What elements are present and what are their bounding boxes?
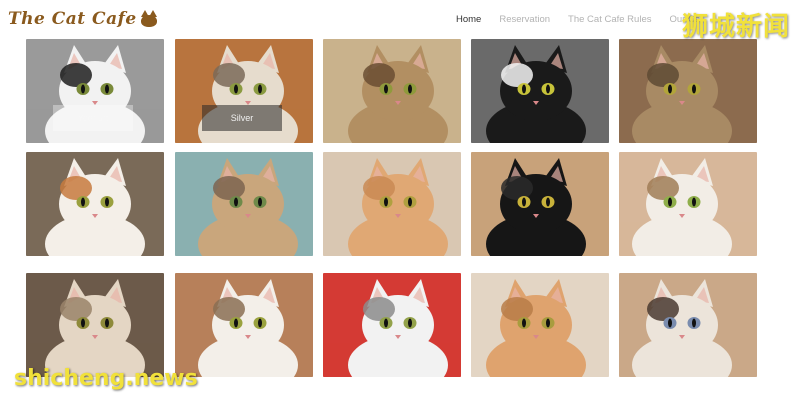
logo-text: The Cat Cafe [8,9,137,29]
cat-photo-10[interactable] [619,152,757,256]
cat-photo-11[interactable] [26,273,164,377]
site-header: The Cat Cafe Home Reservation The Cat Ca… [0,0,800,38]
cat-photo-7[interactable] [175,152,313,256]
cat-photo-8[interactable] [323,152,461,256]
nav-cat-cafe-rules[interactable]: The Cat Cafe Rules [568,14,651,25]
cat-photo-image [323,273,461,377]
cat-photo-3[interactable] [323,39,461,143]
cat-logo-icon [139,10,159,28]
cat-photo-4[interactable] [471,39,609,143]
main-nav: Home Reservation The Cat Cafe Rules Our … [456,14,718,25]
cat-name-label: Silver [202,105,282,131]
cat-photo-12[interactable] [175,273,313,377]
nav-home[interactable]: Home [456,14,481,25]
cat-photo-image [175,273,313,377]
cat-name-label: Yoghurt [53,105,133,131]
cat-photo-image [471,39,609,143]
cat-photo-5[interactable] [619,39,757,143]
watermark-bottom: shicheng.news [14,366,198,391]
cat-photo-image [471,273,609,377]
cat-photo-15[interactable] [619,273,757,377]
cat-photo-image [471,152,609,256]
cat-photo-image [619,273,757,377]
cat-photo-9[interactable] [471,152,609,256]
cat-photo-14[interactable] [471,273,609,377]
cat-photo-13[interactable] [323,273,461,377]
cat-photo-image [26,152,164,256]
cat-photo-1[interactable]: Yoghurt [26,39,164,143]
cat-photo-image [26,273,164,377]
nav-reservation[interactable]: Reservation [499,14,550,25]
cat-photo-image [323,39,461,143]
cat-photo-6[interactable] [26,152,164,256]
cat-photo-image [323,152,461,256]
cafe-logo[interactable]: The Cat Cafe [8,6,159,32]
cat-photo-image [619,152,757,256]
cat-photo-image [619,39,757,143]
cat-photo-image [175,152,313,256]
watermark-top: 狮城新闻 [681,12,790,42]
cat-photo-2[interactable]: Silver [175,39,313,143]
